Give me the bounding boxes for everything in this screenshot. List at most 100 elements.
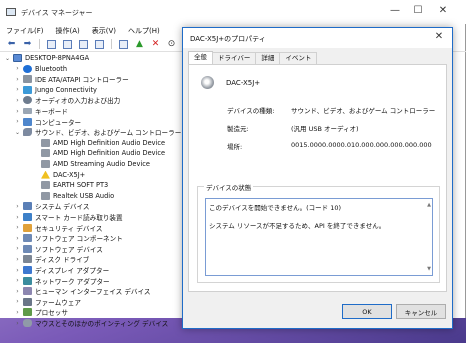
chevron-right-icon[interactable]: › [14, 298, 21, 305]
dev-device-icon [41, 138, 50, 147]
tree-item-label: ディスク ドライブ [35, 256, 90, 265]
resource-view-icon[interactable] [95, 39, 104, 49]
scroll-up-icon[interactable]: ▲ [427, 200, 431, 210]
device-tree: ⌄ DESKTOP-8PNA4GA › Bluetooth › IDE ATA/ATAPI… [0, 53, 181, 328]
tree-item-label: システム デバイス [35, 203, 90, 212]
help-icon[interactable] [79, 39, 88, 49]
dev-device-icon [41, 149, 50, 158]
chevron-right-icon[interactable]: › [14, 320, 21, 327]
chevron-right-icon[interactable]: › [14, 108, 21, 115]
general-tab-panel: DAC-X5J+ デバイスの種類: サウンド、ビデオ、およびゲーム コントローラ… [188, 64, 447, 292]
tree-item[interactable]: › コンピューター [14, 117, 81, 127]
chevron-right-icon[interactable]: › [14, 267, 21, 274]
tree-item[interactable]: › システム デバイス [14, 201, 89, 211]
forward-arrow-icon[interactable]: ➡ [21, 39, 34, 50]
menu-file[interactable]: ファイル(F) [6, 26, 44, 36]
tree-item-label: DESKTOP-8PNA4GA [25, 54, 90, 62]
tree-item[interactable]: EARTH SOFT PT3 [32, 180, 108, 190]
tree-item[interactable]: DAC-X5J+ [32, 170, 85, 180]
cancel-button[interactable]: キャンセル [396, 304, 446, 319]
tree-item[interactable]: › プロセッサ [14, 307, 68, 317]
location-value: 0015.0000.0000.010.000.000.000.000.000 [291, 141, 432, 149]
maximize-icon[interactable]: ☐ [411, 5, 425, 16]
tree-item[interactable]: AMD High Definition Audio Device [32, 148, 165, 158]
tree-item[interactable]: › スマート カード読み取り装置 [14, 212, 123, 222]
minimize-icon[interactable]: — [388, 5, 402, 16]
tree-item[interactable]: ⌄ DESKTOP-8PNA4GA [4, 53, 89, 63]
chevron-right-icon[interactable]: › [14, 76, 21, 83]
chevron-right-icon[interactable]: › [14, 214, 21, 221]
tree-item-label: Jungo Connectivity [35, 85, 97, 94]
cpu-device-icon [23, 308, 32, 317]
chevron-right-icon[interactable]: › [14, 288, 21, 295]
tree-item[interactable]: › セキュリティ デバイス [14, 223, 102, 233]
tree-item-label: サウンド、ビデオ、およびゲーム コントローラー [35, 129, 182, 138]
tree-item[interactable]: › Bluetooth [14, 64, 67, 74]
tree-item-label: セキュリティ デバイス [35, 224, 103, 233]
chevron-right-icon[interactable]: › [14, 224, 21, 231]
manufacturer-label: 製造元: [227, 125, 249, 133]
tree-item-label: IDE ATA/ATAPI コントローラー [35, 76, 129, 85]
tab-general[interactable]: 全般 [188, 51, 213, 64]
chevron-right-icon[interactable]: › [14, 309, 21, 316]
device-status-group: デバイスの状態 このデバイスを開始できません。(コード 10) システム リソー… [197, 182, 440, 283]
device-status-legend: デバイスの状態 [204, 182, 254, 192]
tree-item[interactable]: › Jungo Connectivity [14, 85, 97, 95]
scroll-down-icon[interactable]: ▼ [427, 264, 431, 274]
chevron-down-icon[interactable]: ⌄ [14, 129, 21, 136]
disable-device-icon[interactable]: ⊙ [165, 39, 178, 50]
device-manager-titlebar: デバイス マネージャー — ☐ ✕ [0, 0, 466, 24]
tree-item[interactable]: › IDE ATA/ATAPI コントローラー [14, 74, 129, 84]
menu-action[interactable]: 操作(A) [56, 26, 80, 36]
hid-device-icon [23, 287, 32, 296]
chevron-down-icon[interactable]: ⌄ [4, 55, 11, 62]
dialog-close-icon[interactable]: ✕ [432, 31, 446, 42]
tree-item[interactable]: AMD Streaming Audio Device [32, 159, 150, 169]
tree-item-label: マウスとそのほかのポインティング デバイス [35, 320, 169, 328]
close-icon[interactable]: ✕ [436, 5, 450, 16]
update-driver-icon[interactable]: ▲ [133, 39, 146, 50]
tree-item[interactable]: › ネットワーク アダプター [14, 276, 110, 286]
tree-item[interactable]: AMD High Definition Audio Device [32, 138, 165, 148]
disp-device-icon [23, 266, 32, 274]
chevron-right-icon[interactable]: › [14, 235, 21, 242]
menu-view[interactable]: 表示(V) [92, 26, 116, 36]
chevron-right-icon[interactable]: › [14, 277, 21, 284]
bt-device-icon [23, 64, 32, 73]
tree-item[interactable]: › ヒューマン インターフェイス デバイス [14, 286, 151, 296]
scan-hardware-icon[interactable] [119, 39, 128, 49]
tab-events[interactable]: イベント [279, 52, 318, 64]
tree-item-label: AMD Streaming Audio Device [53, 160, 150, 168]
device-view-icon[interactable] [47, 39, 56, 49]
uninstall-icon[interactable]: ✕ [149, 39, 162, 50]
card-device-icon [23, 213, 32, 221]
chevron-right-icon[interactable]: › [14, 86, 21, 93]
chevron-right-icon[interactable]: › [14, 245, 21, 252]
menu-help[interactable]: ヘルプ(H) [128, 26, 160, 36]
tree-item[interactable]: ⌄ サウンド、ビデオ、およびゲーム コントローラー [14, 127, 181, 137]
tree-item-label: スマート カード読み取り装置 [35, 214, 123, 222]
chevron-right-icon[interactable]: › [14, 97, 21, 104]
chevron-right-icon[interactable]: › [14, 118, 21, 125]
chevron-right-icon[interactable]: › [14, 65, 21, 72]
tree-item-label: ソフトウェア コンポーネント [35, 235, 123, 244]
tree-item[interactable]: › ソフトウェア コンポーネント [14, 233, 123, 243]
ok-button[interactable]: OK [342, 304, 392, 319]
chevron-right-icon[interactable]: › [14, 256, 21, 263]
properties-icon[interactable] [63, 39, 72, 49]
sw-device-icon [23, 234, 32, 243]
tree-item[interactable]: › ディスク ドライブ [14, 254, 89, 264]
tab-details[interactable]: 詳細 [255, 52, 281, 64]
tree-item[interactable]: › ディスプレイ アダプター [14, 265, 109, 275]
tree-item[interactable]: › オーディオの入力および出力 [14, 95, 120, 105]
tree-item[interactable]: › マウスとそのほかのポインティング デバイス [14, 318, 168, 328]
status-line: このデバイスを開始できません。(コード 10) [209, 204, 342, 212]
chevron-right-icon[interactable]: › [14, 203, 21, 210]
tree-item[interactable]: › キーボード [14, 106, 68, 117]
tree-item[interactable]: › ソフトウェア デバイス [14, 244, 103, 254]
back-arrow-icon[interactable]: ⬅ [5, 39, 18, 50]
tab-driver[interactable]: ドライバー [212, 52, 257, 64]
device-status-textbox[interactable]: このデバイスを開始できません。(コード 10) システム リソースが不足するため… [205, 198, 433, 276]
tree-item[interactable]: › ファームウェア [14, 297, 81, 307]
tree-item[interactable]: Realtek USB Audio [32, 191, 114, 201]
